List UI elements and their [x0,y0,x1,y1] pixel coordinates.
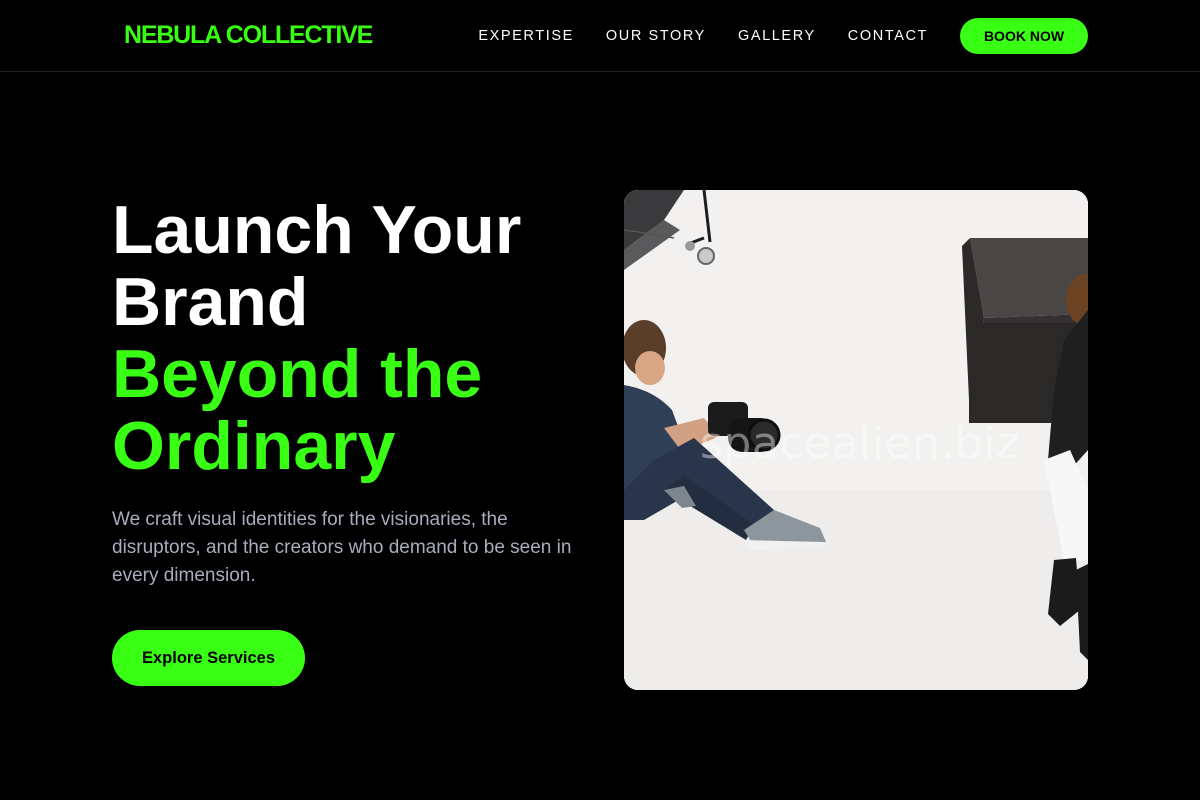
explore-services-button[interactable]: Explore Services [112,630,305,686]
nav-link-our-story[interactable]: OUR STORY [606,28,706,44]
site-header: NEBULA COLLECTIVE EXPERTISE OUR STORY GA… [0,0,1200,72]
hero-photo: spacealien.biz [624,190,1088,690]
book-now-button[interactable]: BOOK NOW [960,18,1088,54]
hero-headline: Launch Your Brand Beyond the Ordinary [112,194,592,482]
headline-line-1: Launch Your [112,192,522,268]
page: NEBULA COLLECTIVE EXPERTISE OUR STORY GA… [0,0,1200,800]
headline-accent-line-2: Ordinary [112,408,396,484]
image-watermark: spacealien.biz [700,418,1020,469]
hero-description: We craft visual identities for the visio… [112,509,572,586]
nav-link-expertise[interactable]: EXPERTISE [478,28,574,44]
nav-link-gallery[interactable]: GALLERY [738,28,816,44]
headline-line-2: Brand [112,264,309,340]
brand-logo[interactable]: NEBULA COLLECTIVE [124,20,373,50]
main-nav: EXPERTISE OUR STORY GALLERY CONTACT BOOK… [478,18,1088,54]
nav-link-contact[interactable]: CONTACT [848,28,928,44]
headline-accent-line-1: Beyond the [112,336,483,412]
